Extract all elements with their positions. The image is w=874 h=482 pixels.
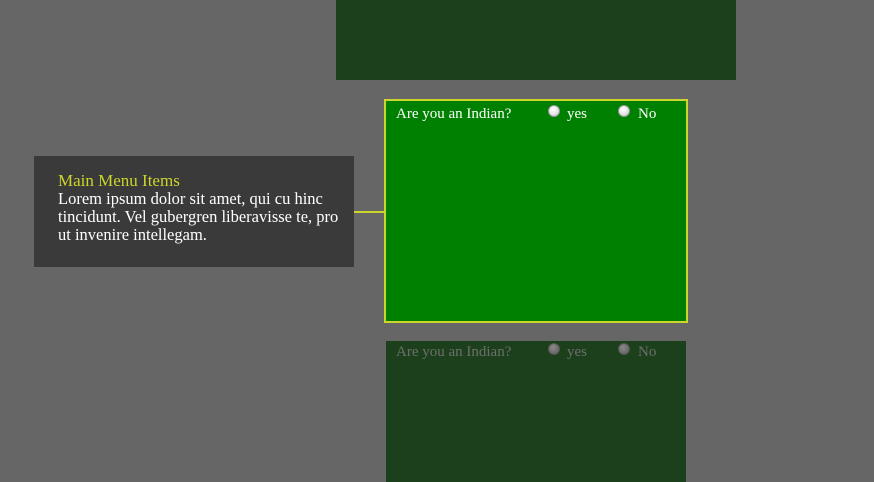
radio-yes[interactable]: [548, 105, 560, 117]
radio-no[interactable]: [618, 343, 630, 355]
tooltip-title: Main Menu Items: [58, 171, 180, 190]
option-no-label: No: [638, 344, 657, 360]
tooltip-body: Lorem ipsum dolor sit amet, qui cu hinc …: [58, 189, 339, 244]
top-panel: [336, 0, 736, 80]
question-card-highlighted: Are you an Indian? yes No: [384, 99, 688, 323]
tooltip-connector-line: [354, 211, 386, 213]
question-label: Are you an Indian?: [396, 344, 512, 360]
question-card-dimmed: Are you an Indian? yes No: [386, 341, 686, 482]
question-label: Are you an Indian?: [396, 106, 512, 122]
option-no-label: No: [638, 106, 657, 122]
option-yes-label: yes: [567, 344, 587, 360]
tooltip: Main Menu Items Lorem ipsum dolor sit am…: [34, 156, 354, 267]
radio-yes[interactable]: [548, 343, 560, 355]
radio-no[interactable]: [618, 105, 630, 117]
option-yes-label: yes: [567, 106, 587, 122]
